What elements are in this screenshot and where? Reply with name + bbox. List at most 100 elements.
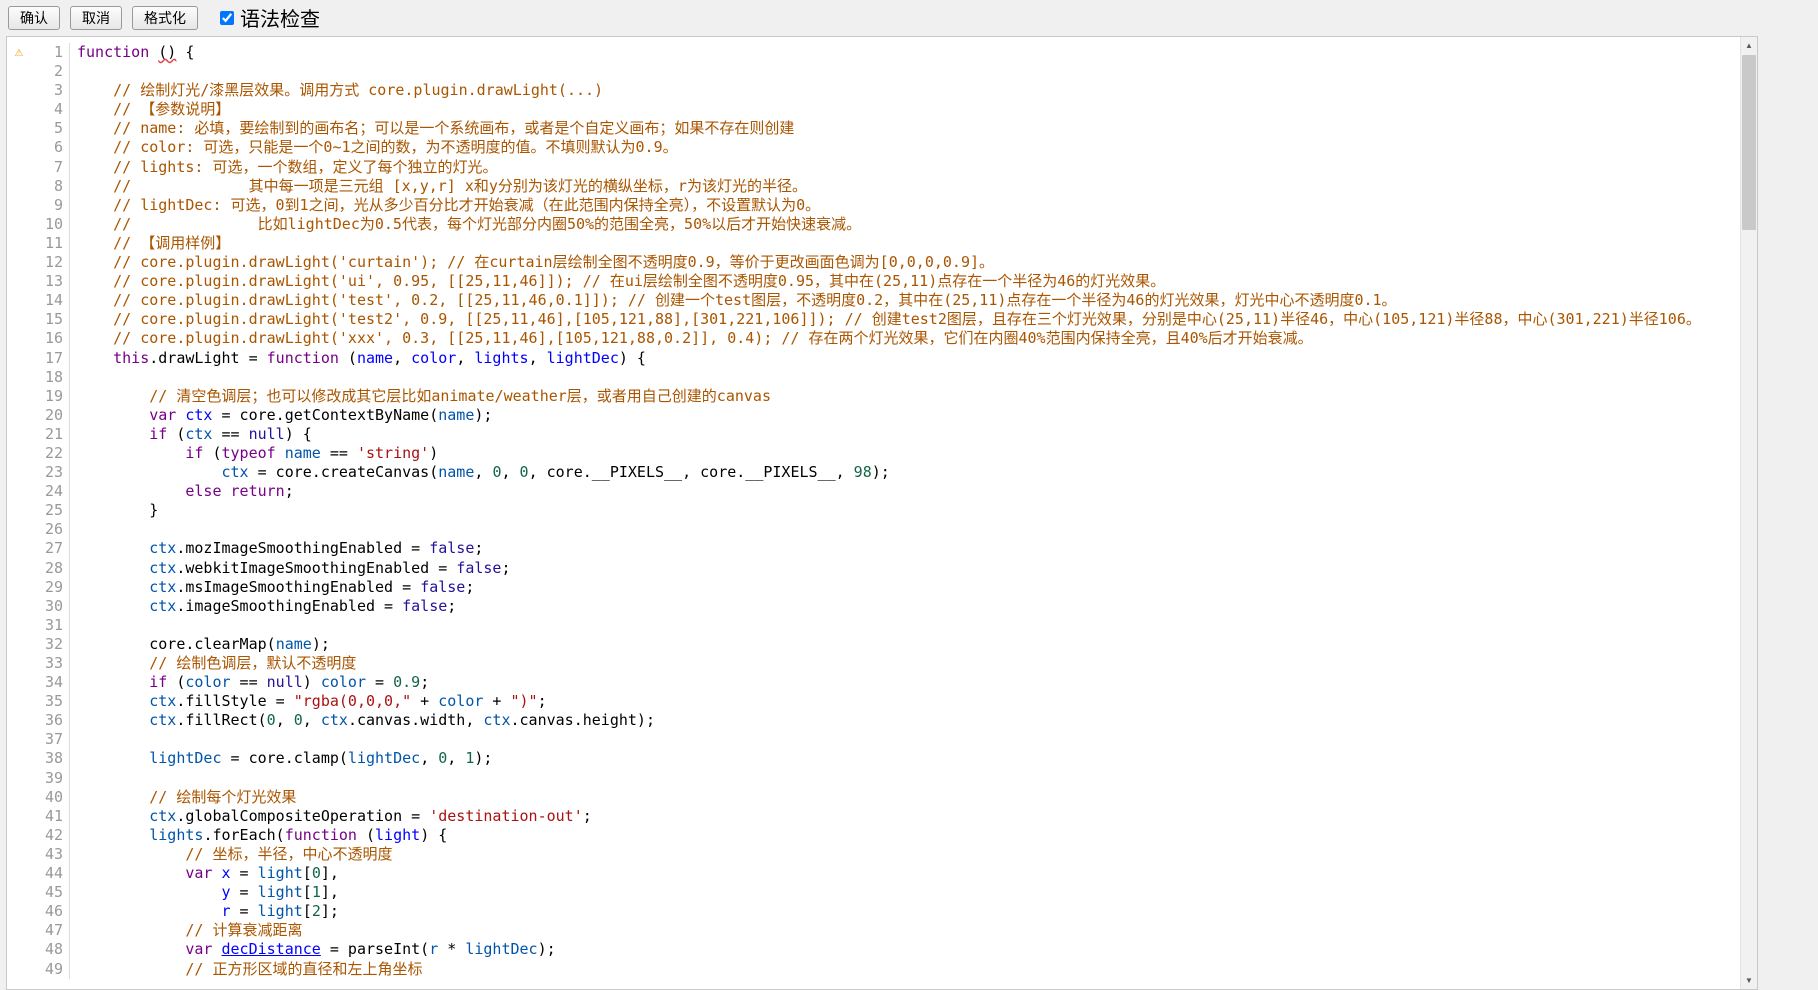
- code-line: 7 // lights: 可选，一个数组，定义了每个独立的灯光。: [7, 158, 1740, 177]
- line-number: 29: [31, 578, 69, 597]
- code-text: // core.plugin.drawLight('curtain'); // …: [77, 253, 1740, 272]
- gutter: 48: [7, 940, 70, 959]
- code-text: // 清空色调层；也可以修改成其它层比如animate/weather层，或者用…: [77, 387, 1740, 406]
- code-line: 2: [7, 62, 1740, 81]
- line-number: 9: [31, 196, 69, 215]
- code-text: // 其中每一项是三元组 [x,y,r] x和y分别为该灯光的横纵坐标，r为该灯…: [77, 177, 1740, 196]
- gutter: 34: [7, 673, 70, 692]
- code-line: 9 // lightDec: 可选，0到1之间，光从多少百分比才开始衰减（在此范…: [7, 196, 1740, 215]
- line-number: 13: [31, 272, 69, 291]
- gutter: 16: [7, 329, 70, 348]
- line-number: 46: [31, 902, 69, 921]
- code-line: 19 // 清空色调层；也可以修改成其它层比如animate/weather层，…: [7, 387, 1740, 406]
- gutter: 11: [7, 234, 70, 253]
- code-text: // core.plugin.drawLight('test2', 0.9, […: [77, 310, 1740, 329]
- gutter: 38: [7, 749, 70, 768]
- code-text: function () {: [77, 43, 1740, 62]
- gutter: 6: [7, 138, 70, 157]
- line-number: 6: [31, 138, 69, 157]
- code-text: // lightDec: 可选，0到1之间，光从多少百分比才开始衰减（在此范围内…: [77, 196, 1740, 215]
- code-text: if (color == null) color = 0.9;: [77, 673, 1740, 692]
- line-number: 5: [31, 119, 69, 138]
- code-text: r = light[2];: [77, 902, 1740, 921]
- code-text: if (ctx == null) {: [77, 425, 1740, 444]
- code-line: 22 if (typeof name == 'string'): [7, 444, 1740, 463]
- code-line: 20 var ctx = core.getContextByName(name)…: [7, 406, 1740, 425]
- gutter: 23: [7, 463, 70, 482]
- code-editor[interactable]: ⚠1function () {23 // 绘制灯光/漆黑层效果。调用方式 cor…: [6, 36, 1758, 990]
- code-line: 48 var decDistance = parseInt(r * lightD…: [7, 940, 1740, 959]
- gutter: 8: [7, 177, 70, 196]
- gutter: 2: [7, 62, 70, 81]
- code-text: ctx.mozImageSmoothingEnabled = false;: [77, 539, 1740, 558]
- line-number: 36: [31, 711, 69, 730]
- code-text: // lights: 可选，一个数组，定义了每个独立的灯光。: [77, 158, 1740, 177]
- code-line: 14 // core.plugin.drawLight('test', 0.2,…: [7, 291, 1740, 310]
- code-line: 26: [7, 520, 1740, 539]
- syntax-check-checkbox[interactable]: [220, 11, 234, 25]
- line-number: 38: [31, 749, 69, 768]
- code-line: 36 ctx.fillRect(0, 0, ctx.canvas.width, …: [7, 711, 1740, 730]
- line-number: 23: [31, 463, 69, 482]
- line-number: 17: [31, 349, 69, 368]
- code-text: // core.plugin.drawLight('test', 0.2, [[…: [77, 291, 1740, 310]
- line-number: 12: [31, 253, 69, 272]
- gutter: 32: [7, 635, 70, 654]
- line-number: 16: [31, 329, 69, 348]
- gutter: ⚠1: [7, 43, 70, 62]
- code-line: 47 // 计算衰减距离: [7, 921, 1740, 940]
- code-text: [77, 769, 1740, 788]
- code-line: 28 ctx.webkitImageSmoothingEnabled = fal…: [7, 559, 1740, 578]
- line-number: 30: [31, 597, 69, 616]
- line-number: 2: [31, 62, 69, 81]
- scroll-down-arrow-icon[interactable]: ▼: [1741, 972, 1757, 989]
- code-line: 13 // core.plugin.drawLight('ui', 0.95, …: [7, 272, 1740, 291]
- code-line: 21 if (ctx == null) {: [7, 425, 1740, 444]
- code-lines: ⚠1function () {23 // 绘制灯光/漆黑层效果。调用方式 cor…: [7, 37, 1740, 989]
- gutter: 4: [7, 100, 70, 119]
- code-text: // 比如lightDec为0.5代表，每个灯光部分内圈50%的范围全亮，50%…: [77, 215, 1740, 234]
- code-text: lightDec = core.clamp(lightDec, 0, 1);: [77, 749, 1740, 768]
- code-text: var decDistance = parseInt(r * lightDec)…: [77, 940, 1740, 959]
- code-text: ctx.webkitImageSmoothingEnabled = false;: [77, 559, 1740, 578]
- gutter: 45: [7, 883, 70, 902]
- code-text: // core.plugin.drawLight('xxx', 0.3, [[2…: [77, 329, 1740, 348]
- code-text: ctx.imageSmoothingEnabled = false;: [77, 597, 1740, 616]
- line-number: 26: [31, 520, 69, 539]
- code-line: 38 lightDec = core.clamp(lightDec, 0, 1)…: [7, 749, 1740, 768]
- gutter: 22: [7, 444, 70, 463]
- confirm-button[interactable]: 确认: [8, 6, 60, 30]
- code-line: 16 // core.plugin.drawLight('xxx', 0.3, …: [7, 329, 1740, 348]
- vertical-scrollbar[interactable]: ▲ ▼: [1740, 37, 1757, 989]
- gutter: 9: [7, 196, 70, 215]
- line-number: 43: [31, 845, 69, 864]
- gutter: 43: [7, 845, 70, 864]
- code-text: else return;: [77, 482, 1740, 501]
- scrollbar-thumb[interactable]: [1742, 55, 1756, 230]
- format-button[interactable]: 格式化: [132, 6, 198, 30]
- line-number: 24: [31, 482, 69, 501]
- scroll-up-arrow-icon[interactable]: ▲: [1741, 37, 1757, 54]
- code-line: 18: [7, 368, 1740, 387]
- code-text: // name: 必填，要绘制到的画布名；可以是一个系统画布，或者是个自定义画布…: [77, 119, 1740, 138]
- code-text: ctx.msImageSmoothingEnabled = false;: [77, 578, 1740, 597]
- code-text: // 计算衰减距离: [77, 921, 1740, 940]
- code-text: ctx.fillRect(0, 0, ctx.canvas.width, ctx…: [77, 711, 1740, 730]
- line-number: 47: [31, 921, 69, 940]
- line-number: 40: [31, 788, 69, 807]
- code-line: 29 ctx.msImageSmoothingEnabled = false;: [7, 578, 1740, 597]
- code-line: 5 // name: 必填，要绘制到的画布名；可以是一个系统画布，或者是个自定义…: [7, 119, 1740, 138]
- line-number: 31: [31, 616, 69, 635]
- gutter: 31: [7, 616, 70, 635]
- code-text: ctx.globalCompositeOperation = 'destinat…: [77, 807, 1740, 826]
- line-number: 34: [31, 673, 69, 692]
- code-text: // core.plugin.drawLight('ui', 0.95, [[2…: [77, 272, 1740, 291]
- code-text: // 坐标，半径，中心不透明度: [77, 845, 1740, 864]
- cancel-button[interactable]: 取消: [70, 6, 122, 30]
- gutter: 17: [7, 349, 70, 368]
- code-text: // 【参数说明】: [77, 100, 1740, 119]
- line-number: 7: [31, 158, 69, 177]
- code-text: ctx.fillStyle = "rgba(0,0,0," + color + …: [77, 692, 1740, 711]
- gutter: 5: [7, 119, 70, 138]
- syntax-check-label[interactable]: 语法检查: [240, 3, 320, 32]
